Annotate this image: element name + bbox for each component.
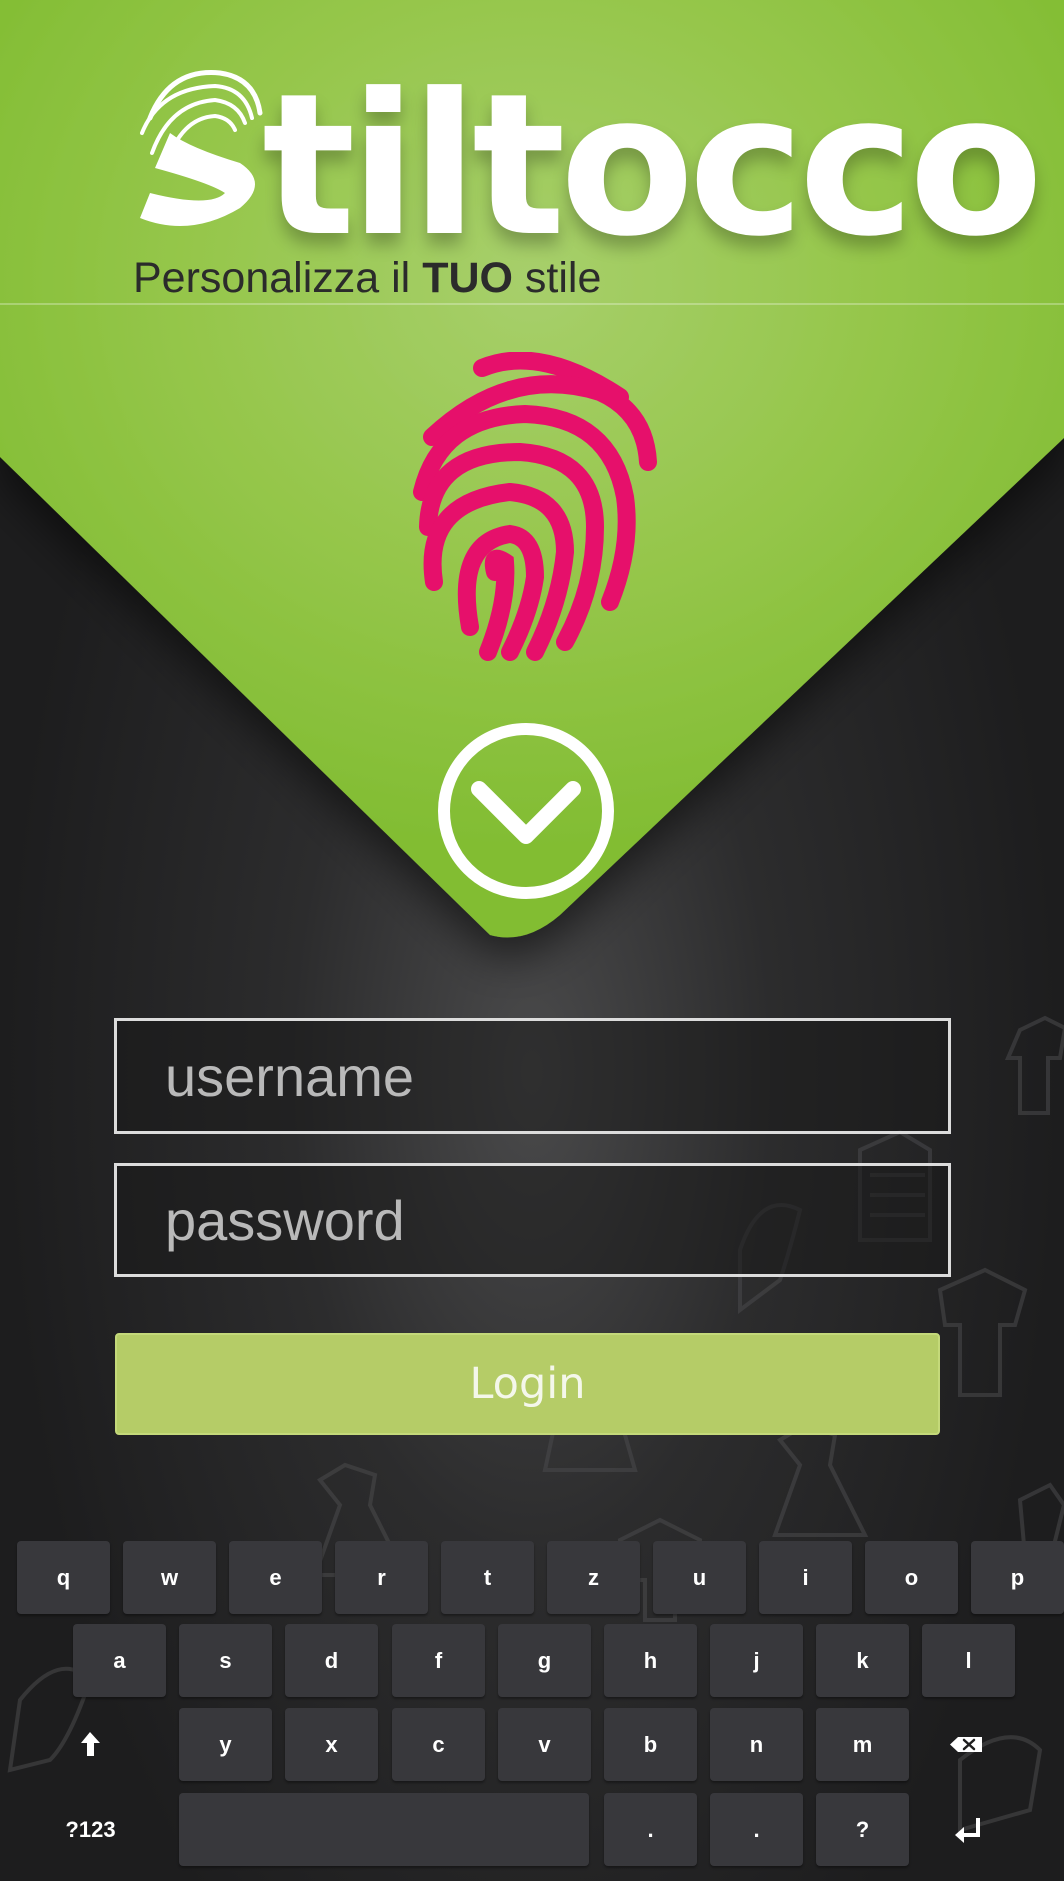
key-label: .: [647, 1817, 654, 1842]
key-p[interactable]: p: [971, 1541, 1064, 1614]
key-x[interactable]: x: [285, 1708, 378, 1781]
key-label: q: [56, 1565, 71, 1590]
key-r[interactable]: r: [335, 1541, 428, 1614]
key-q[interactable]: q: [17, 1541, 110, 1614]
key-v[interactable]: v: [498, 1708, 591, 1781]
key-label: n: [749, 1732, 764, 1757]
key-h[interactable]: h: [604, 1624, 697, 1697]
tagline-pre: Personalizza il: [133, 254, 423, 302]
key-period[interactable]: .: [604, 1793, 697, 1866]
key-e[interactable]: e: [229, 1541, 322, 1614]
key-label: f: [434, 1648, 443, 1673]
key-question[interactable]: ?: [816, 1793, 909, 1866]
username-input[interactable]: [165, 1021, 925, 1131]
space-key[interactable]: [179, 1793, 589, 1866]
key-g[interactable]: g: [498, 1624, 591, 1697]
key-label: t: [483, 1565, 492, 1590]
key-label: l: [965, 1648, 972, 1673]
username-field[interactable]: [114, 1018, 951, 1134]
tagline: Personalizza il TUO stile: [133, 254, 601, 303]
brand-wordmark: tiltocco: [262, 52, 1043, 280]
enter-icon: [955, 1818, 980, 1843]
header-divider: [0, 303, 1064, 305]
fingerprint-icon: [413, 352, 657, 661]
key-label: h: [643, 1648, 658, 1673]
key-u[interactable]: u: [653, 1541, 746, 1614]
key-m[interactable]: m: [816, 1708, 909, 1781]
key-i[interactable]: i: [759, 1541, 852, 1614]
key-label: e: [269, 1565, 282, 1590]
key-n[interactable]: n: [710, 1708, 803, 1781]
enter-key[interactable]: [922, 1793, 1015, 1866]
key-label: c: [432, 1732, 445, 1757]
key-label: i: [802, 1565, 809, 1590]
key-l[interactable]: l: [922, 1624, 1015, 1697]
key-a[interactable]: a: [73, 1624, 166, 1697]
key-z[interactable]: z: [547, 1541, 640, 1614]
symbols-key[interactable]: ?123: [44, 1793, 137, 1866]
key-label: b: [643, 1732, 658, 1757]
key-label: ?: [855, 1817, 870, 1842]
login-screen: tiltocco Personalizza il TUO stile Login…: [0, 0, 1064, 1881]
key-label: s: [219, 1648, 232, 1673]
key-label: x: [325, 1732, 338, 1757]
key-label: r: [377, 1565, 386, 1590]
password-field[interactable]: [114, 1163, 951, 1277]
key-w[interactable]: w: [123, 1541, 216, 1614]
key-label: d: [324, 1648, 339, 1673]
key-label: o: [904, 1565, 919, 1590]
scroll-down-chevron-icon[interactable]: [436, 721, 616, 901]
key-label: p: [1010, 1565, 1025, 1590]
key-o[interactable]: o: [865, 1541, 958, 1614]
key-k[interactable]: k: [816, 1624, 909, 1697]
key-y[interactable]: y: [179, 1708, 272, 1781]
arrow-up-icon: [81, 1732, 100, 1756]
key-label: m: [852, 1732, 873, 1757]
login-button[interactable]: Login: [115, 1333, 940, 1435]
key-t[interactable]: t: [441, 1541, 534, 1614]
tagline-post: stile: [512, 254, 602, 302]
key-label: j: [753, 1648, 760, 1673]
key-label: y: [219, 1732, 232, 1757]
backspace-key[interactable]: [922, 1708, 1015, 1781]
shift-key[interactable]: [44, 1708, 137, 1781]
fingerprint-s-logo-icon: [140, 70, 263, 226]
key-label: g: [537, 1648, 552, 1673]
tagline-strong: TUO: [422, 254, 513, 302]
key-c[interactable]: c: [392, 1708, 485, 1781]
key-label: z: [588, 1565, 599, 1590]
key-label: v: [538, 1732, 551, 1757]
key-label: u: [692, 1565, 707, 1590]
key-label: w: [160, 1565, 179, 1590]
backspace-icon: [950, 1737, 982, 1752]
key-f[interactable]: f: [392, 1624, 485, 1697]
key-d[interactable]: d: [285, 1624, 378, 1697]
key-b[interactable]: b: [604, 1708, 697, 1781]
key-j[interactable]: j: [710, 1624, 803, 1697]
key-label: k: [856, 1648, 869, 1673]
key-s[interactable]: s: [179, 1624, 272, 1697]
key-period-2[interactable]: .: [710, 1793, 803, 1866]
key-label: a: [113, 1648, 126, 1673]
password-input[interactable]: [165, 1166, 925, 1274]
key-label: .: [753, 1817, 760, 1842]
key-label: ?123: [65, 1817, 116, 1842]
